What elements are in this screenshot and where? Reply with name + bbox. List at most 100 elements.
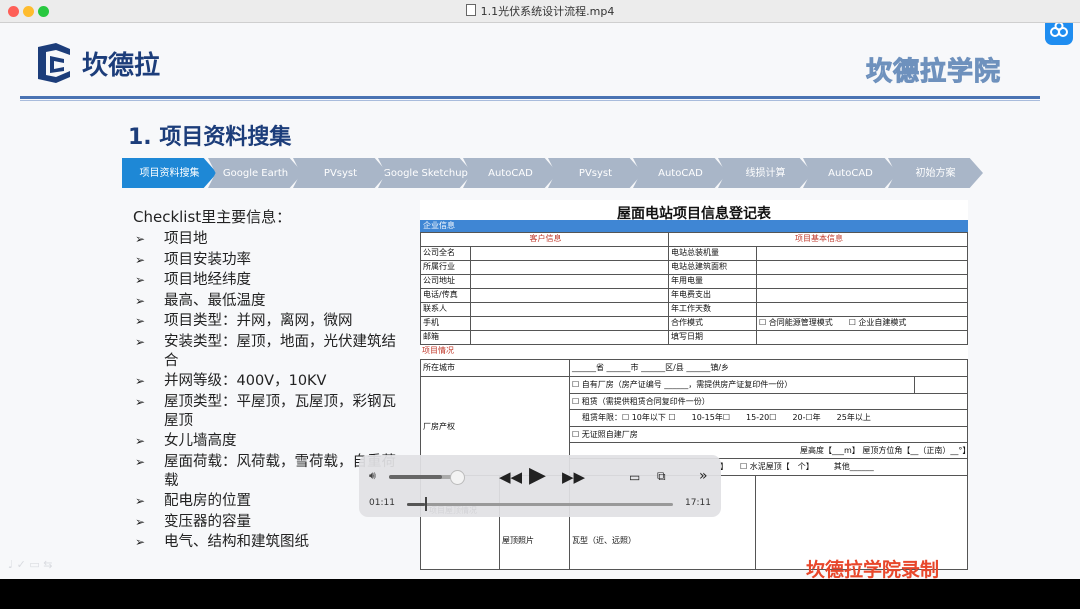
checklist-item: ➢ 并网等级：400V，10KV xyxy=(135,373,327,389)
field-label: 年电费支出 xyxy=(668,288,757,303)
window-titlebar: 1.1光伏系统设计流程.mp4 xyxy=(0,0,1080,23)
header-divider-thin xyxy=(20,100,1040,101)
progress-scrubber[interactable] xyxy=(407,503,673,506)
flow-step: AutoCAD xyxy=(633,158,728,188)
logo-mark-icon xyxy=(38,43,70,83)
field-label: 所属行业 xyxy=(420,260,471,275)
flow-step: Google Earth xyxy=(208,158,303,188)
recorded-by-caption: 坎德拉学院录制 xyxy=(806,559,940,579)
field-label: 填写日期 xyxy=(668,330,757,345)
flow-step: AutoCAD xyxy=(463,158,558,188)
fast-forward-button[interactable]: ▶▶ xyxy=(562,468,585,486)
flow-step: 项目资料搜集 xyxy=(122,158,217,188)
city-value: ______省 ______市 ______区/县 ______镇/乡 xyxy=(569,359,968,377)
cloud-share-button[interactable] xyxy=(1045,23,1073,45)
checklist-title: Checklist里主要信息： xyxy=(133,208,292,226)
field-value xyxy=(470,288,669,303)
bullet-arrow-icon: ➢ xyxy=(135,334,146,349)
volume-knob[interactable] xyxy=(450,470,466,485)
bullet-arrow-icon: ➢ xyxy=(135,314,146,328)
city-label: 所在城市 xyxy=(420,359,570,377)
field-label: 合作模式 xyxy=(668,316,757,331)
field-value xyxy=(470,246,669,261)
field-label: 年用电量 xyxy=(668,274,757,289)
customer-info-header: 客户信息 xyxy=(420,232,669,247)
checklist-item: ➢ 项目地经纬度 xyxy=(135,272,251,288)
checklist-item: ➢ 项目类型：并网，离网，微网 xyxy=(135,313,353,329)
checklist-item: ➢ 电气、结构和建筑图纸 xyxy=(135,534,309,550)
field-label: 联系人 xyxy=(420,302,471,317)
checklist-item: ➢ 安装类型：屋顶，地面，光伏建筑结合 xyxy=(135,333,396,369)
window-title: 1.1光伏系统设计流程.mp4 xyxy=(0,3,1080,19)
play-button[interactable]: ▶ xyxy=(529,463,546,488)
flow-step: PVsyst xyxy=(293,158,388,188)
checklist-item: ➢ 项目安装功率 xyxy=(135,251,251,268)
field-value xyxy=(756,302,968,317)
field-value xyxy=(756,288,968,303)
field-value xyxy=(470,330,669,345)
field-label: 公司全名 xyxy=(420,246,471,261)
field-value xyxy=(470,274,669,289)
airplay-icon[interactable]: ▭ xyxy=(629,470,640,484)
video-controls[interactable]: 🔊︎ ◀◀ ▶ ▶▶ ▭ ⧉ » 01:11 17:11 xyxy=(359,455,721,517)
bullet-arrow-icon: ➢ xyxy=(135,494,146,508)
flow-step: Google Sketchup xyxy=(378,158,473,188)
field-label: 手机 xyxy=(420,316,471,331)
field-label: 电话/传真 xyxy=(420,288,471,303)
process-flow: 项目资料搜集 Google Earth PVsyst Google Sketch… xyxy=(122,158,992,188)
progress-fill xyxy=(407,503,426,506)
lease-option: ☐ 租赁（需提供租赁合同复印件一份） xyxy=(569,393,968,410)
bullet-arrow-icon: ➢ xyxy=(135,374,146,388)
bullet-arrow-icon: ➢ xyxy=(135,454,146,469)
progress-playhead[interactable] xyxy=(425,497,428,511)
current-time: 01:11 xyxy=(369,498,395,508)
coop-options: ☐ 合同能源管理模式 ☐ 企业自建模式 xyxy=(756,316,968,331)
field-value xyxy=(470,260,669,275)
total-time: 17:11 xyxy=(685,498,711,508)
field-label: 公司地址 xyxy=(420,274,471,289)
lease-years: 租赁年限：☐ 10年以下 ☐ 10-15年☐ 15-20☐ 20-☐年 25年以… xyxy=(569,409,968,427)
video-file-icon xyxy=(465,4,476,16)
watermark-icons: ♩ ✓ ▭ ⇆ xyxy=(8,558,53,571)
flow-step: 线损计算 xyxy=(718,158,813,188)
form-section-project: 项目情况 xyxy=(420,344,968,360)
bullet-arrow-icon: ➢ xyxy=(135,514,146,529)
checklist-item: ➢ 屋顶类型：平屋顶，瓦屋顶，彩钢瓦屋顶 xyxy=(135,393,396,429)
field-label: 年工作天数 xyxy=(668,302,757,317)
bullet-arrow-icon: ➢ xyxy=(135,273,146,287)
field-value xyxy=(914,376,968,394)
field-value xyxy=(756,274,968,289)
academy-brand: 坎德拉学院 xyxy=(865,57,1002,88)
bullet-arrow-icon: ➢ xyxy=(135,252,146,267)
volume-icon[interactable]: 🔊︎ xyxy=(369,469,376,483)
logo-text: 坎德拉 xyxy=(82,51,161,81)
window-title-text: 1.1光伏系统设计流程.mp4 xyxy=(480,5,615,18)
bullet-arrow-icon: ➢ xyxy=(135,535,146,549)
checklist-item: ➢ 女儿墙高度 xyxy=(135,433,237,449)
more-options-icon[interactable]: » xyxy=(699,468,708,484)
flow-step: PVsyst xyxy=(548,158,643,188)
volume-fill xyxy=(389,475,443,479)
header-divider xyxy=(20,96,1040,99)
bullet-arrow-icon: ➢ xyxy=(135,394,146,409)
rewind-button[interactable]: ◀◀ xyxy=(499,468,522,486)
own-factory-option: ☐ 自有厂房（房产证编号 ______，需提供房产证复印件一份） xyxy=(569,376,915,394)
project-info-header: 项目基本信息 xyxy=(668,232,968,247)
field-value xyxy=(470,316,669,331)
checklist-item: ➢ 项目地 xyxy=(135,231,208,247)
form-section-enterprise: 企业信息 xyxy=(420,220,968,232)
field-label: 电站总建筑面积 xyxy=(668,260,757,275)
field-value xyxy=(756,330,968,345)
bullet-arrow-icon: ➢ xyxy=(135,434,146,448)
no-cert-option: ☐ 无证照自建厂房 xyxy=(569,426,968,443)
field-value xyxy=(756,260,968,275)
letterbox-bottom xyxy=(0,579,1080,609)
bullet-arrow-icon: ➢ xyxy=(135,293,146,308)
cloud-icon xyxy=(1050,23,1068,37)
picture-in-picture-icon[interactable]: ⧉ xyxy=(657,469,666,484)
checklist-item: ➢ 最高、最低温度 xyxy=(135,292,266,309)
field-label: 邮箱 xyxy=(420,330,471,345)
field-value xyxy=(470,302,669,317)
field-value xyxy=(756,246,968,261)
flow-step: AutoCAD xyxy=(803,158,898,188)
